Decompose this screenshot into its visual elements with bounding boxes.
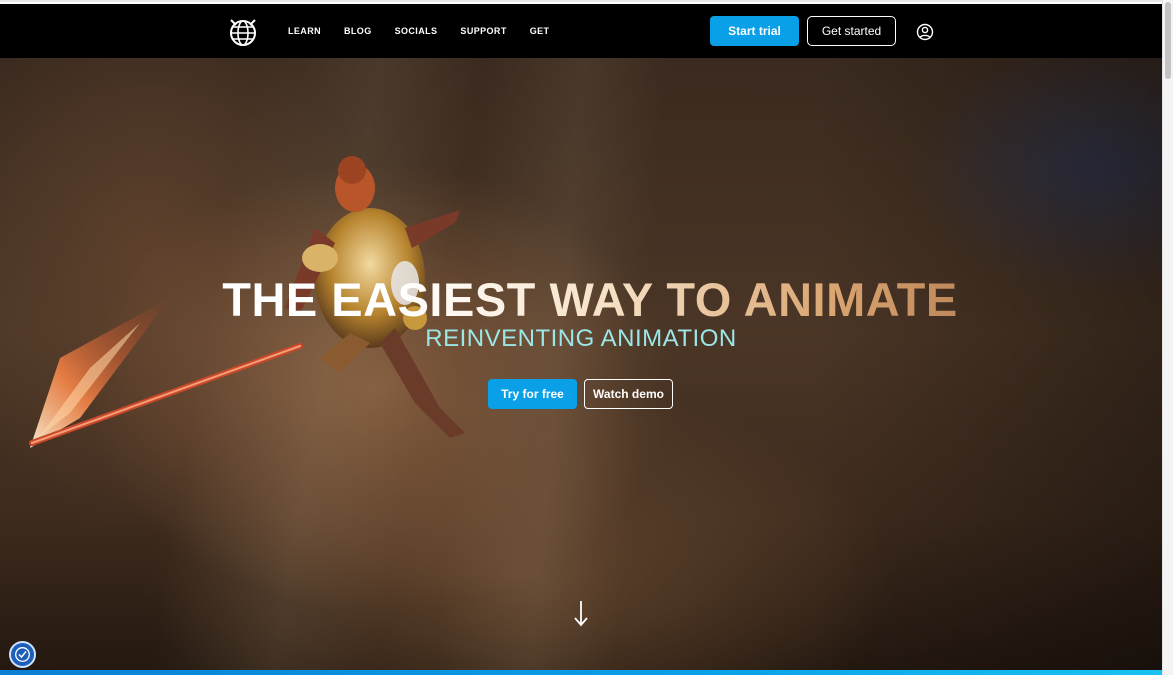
page-viewport: LEARN BLOG SOCIALS SUPPORT GET Start tri… (0, 0, 1162, 675)
try-for-free-button[interactable]: Try for free (488, 379, 577, 409)
arrow-down-icon[interactable] (570, 598, 592, 628)
hero-subheadline: REINVENTING ANIMATION (425, 325, 737, 352)
hero-section: THE EASIEST WAY TO ANIMATE REINVENTING A… (0, 58, 1162, 670)
nav-link-socials[interactable]: SOCIALS (395, 26, 438, 36)
user-circle-icon[interactable] (916, 23, 934, 41)
accessibility-icon (15, 647, 30, 662)
nav-link-blog[interactable]: BLOG (344, 26, 372, 36)
nav-link-learn[interactable]: LEARN (288, 26, 321, 36)
vertical-scrollbar[interactable] (1162, 0, 1173, 675)
globe-cat-logo-icon[interactable] (227, 15, 259, 47)
top-navbar: LEARN BLOG SOCIALS SUPPORT GET Start tri… (0, 4, 1162, 58)
start-trial-button[interactable]: Start trial (710, 16, 799, 46)
accessibility-button[interactable] (9, 641, 36, 668)
nav-links: LEARN BLOG SOCIALS SUPPORT GET (288, 4, 572, 58)
watch-demo-button[interactable]: Watch demo (584, 379, 673, 409)
hero-headline: THE EASIEST WAY TO ANIMATE (0, 272, 1162, 327)
get-started-button[interactable]: Get started (807, 16, 896, 46)
scrollbar-thumb[interactable] (1165, 2, 1171, 79)
nav-link-get[interactable]: GET (530, 26, 550, 36)
bottom-accent-bar (0, 670, 1162, 675)
nav-link-support[interactable]: SUPPORT (460, 26, 506, 36)
